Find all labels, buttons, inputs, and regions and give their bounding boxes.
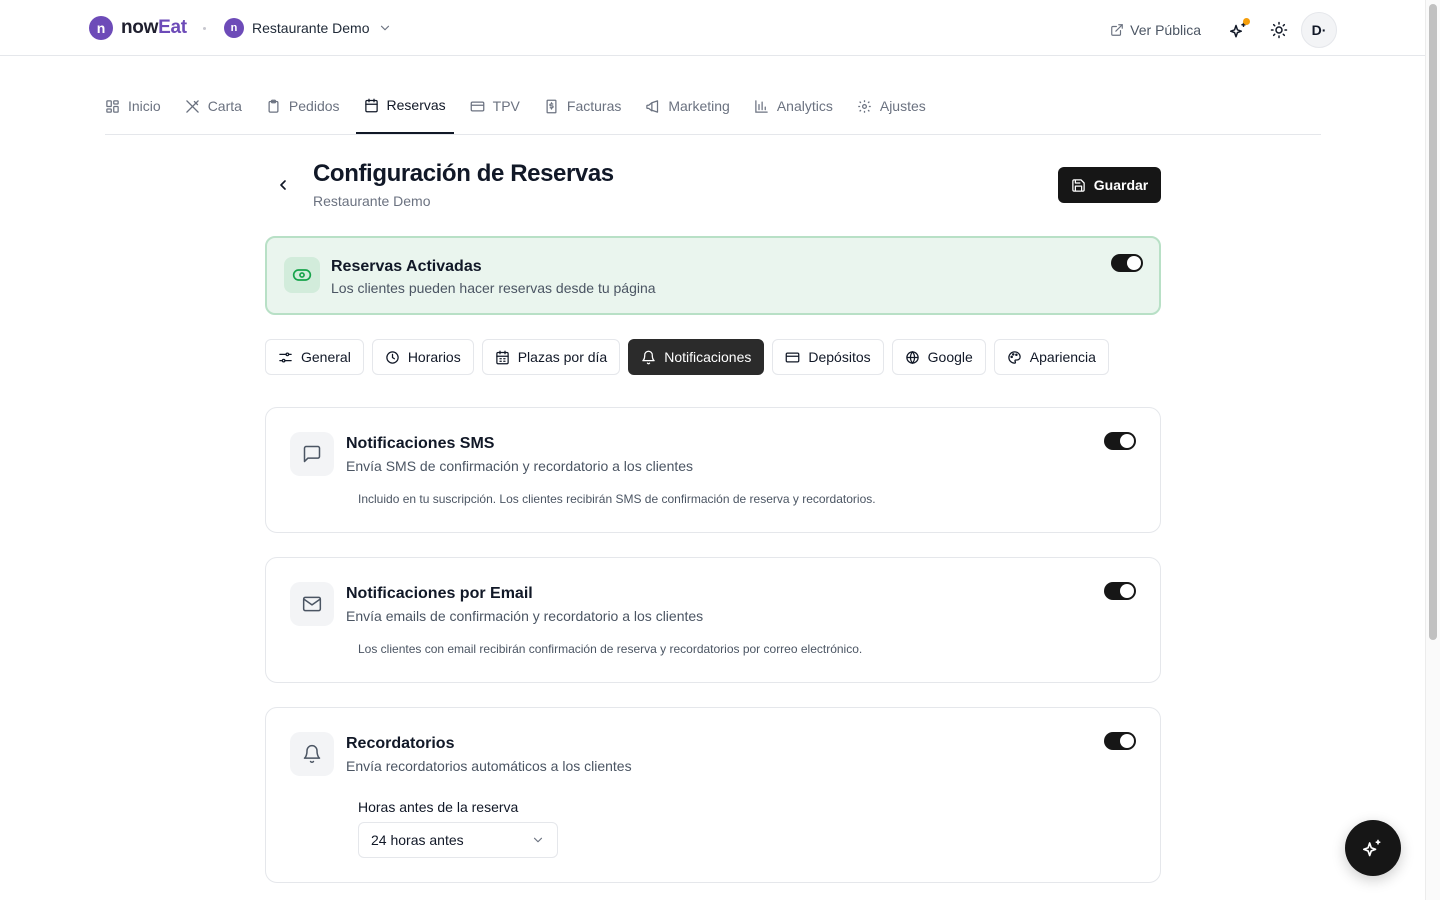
email-card-title: Notificaciones por Email bbox=[346, 585, 533, 602]
theme-toggle-button[interactable] bbox=[1263, 14, 1295, 46]
email-card-note: Los clientes con email recibirán confirm… bbox=[358, 642, 863, 656]
sms-card-note: Incluido en tu suscripción. Los clientes… bbox=[358, 492, 876, 506]
nav-item-pedidos[interactable]: Pedidos bbox=[258, 84, 348, 134]
reminders-toggle[interactable] bbox=[1104, 732, 1136, 750]
bell-icon bbox=[290, 732, 334, 776]
calendar-icon bbox=[495, 350, 510, 365]
reminders-card-subtitle: Envía recordatorios automáticos a los cl… bbox=[346, 758, 632, 774]
clock-icon bbox=[385, 350, 400, 365]
megaphone-icon bbox=[645, 99, 660, 114]
nav-item-analytics[interactable]: Analytics bbox=[746, 84, 841, 134]
sparkles-icon bbox=[1363, 838, 1383, 858]
nav-item-tpv[interactable]: TPV bbox=[462, 84, 528, 134]
grid-icon bbox=[105, 99, 120, 114]
bell-icon bbox=[641, 350, 656, 365]
sliders-icon bbox=[278, 350, 293, 365]
reservations-enabled-toggle[interactable] bbox=[1111, 254, 1143, 272]
tab-general[interactable]: General bbox=[265, 339, 364, 375]
tab-plazas-por-dia[interactable]: Plazas por día bbox=[481, 339, 621, 375]
credit-card-icon bbox=[785, 350, 800, 365]
clipboard-icon bbox=[266, 99, 281, 114]
section-tabs: General Horarios Plazas por día Notifica… bbox=[265, 339, 1109, 375]
email-card-subtitle: Envía emails de confirmación y recordato… bbox=[346, 608, 704, 624]
sms-notifications-card: Notificaciones SMS Envía SMS de confirma… bbox=[265, 407, 1161, 533]
page-subtitle: Restaurante Demo bbox=[313, 193, 431, 209]
chevron-down-icon bbox=[531, 833, 545, 847]
nav-item-marketing[interactable]: Marketing bbox=[637, 84, 737, 134]
separator-dot bbox=[203, 27, 206, 30]
save-button[interactable]: Guardar bbox=[1058, 167, 1161, 203]
brand-logo-link[interactable]: n nowEat bbox=[89, 16, 187, 40]
message-square-icon bbox=[290, 432, 334, 476]
restaurant-name: Restaurante Demo bbox=[252, 20, 370, 36]
tab-notificaciones[interactable]: Notificaciones bbox=[628, 339, 765, 375]
palette-icon bbox=[1007, 350, 1022, 365]
ai-assistant-button[interactable] bbox=[1223, 14, 1255, 46]
tab-apariencia[interactable]: Apariencia bbox=[993, 339, 1109, 375]
chevron-down-icon bbox=[378, 21, 392, 35]
page-title: Configuración de Reservas bbox=[313, 160, 614, 187]
sms-card-title: Notificaciones SMS bbox=[346, 435, 495, 452]
email-notifications-card: Notificaciones por Email Envía emails de… bbox=[265, 557, 1161, 683]
receipt-icon bbox=[544, 99, 559, 114]
globe-icon bbox=[905, 350, 920, 365]
hours-before-label: Horas antes de la reserva bbox=[358, 799, 519, 815]
floating-ai-button[interactable] bbox=[1345, 820, 1401, 876]
utensils-icon bbox=[185, 99, 200, 114]
mail-icon bbox=[290, 582, 334, 626]
chevron-left-icon bbox=[275, 177, 291, 193]
scrollbar-thumb[interactable] bbox=[1429, 4, 1437, 640]
banner-subtitle: Los clientes pueden hacer reservas desde… bbox=[331, 280, 656, 296]
sms-notifications-toggle[interactable] bbox=[1104, 432, 1136, 450]
nav-item-facturas[interactable]: Facturas bbox=[536, 84, 629, 134]
sun-icon bbox=[1270, 21, 1288, 39]
tab-horarios[interactable]: Horarios bbox=[371, 339, 474, 375]
reservations-active-banner: Reservas Activadas Los clientes pueden h… bbox=[265, 236, 1161, 315]
email-notifications-toggle[interactable] bbox=[1104, 582, 1136, 600]
top-header: n nowEat n Restaurante Demo Ver Pública bbox=[0, 0, 1425, 56]
tab-google[interactable]: Google bbox=[891, 339, 986, 375]
external-link-icon bbox=[1110, 23, 1124, 37]
nav-item-inicio[interactable]: Inicio bbox=[105, 84, 169, 134]
brand-logo-icon: n bbox=[89, 16, 113, 40]
view-public-link[interactable]: Ver Pública bbox=[1110, 22, 1201, 38]
hours-before-select[interactable]: 24 horas antes bbox=[358, 822, 558, 858]
calendar-icon bbox=[364, 98, 379, 113]
restaurant-switcher[interactable]: n Restaurante Demo bbox=[224, 18, 392, 38]
brand-name: nowEat bbox=[121, 17, 187, 38]
sms-card-subtitle: Envía SMS de confirmación y recordatorio… bbox=[346, 458, 694, 474]
restaurant-logo-icon: n bbox=[224, 18, 244, 38]
nav-item-carta[interactable]: Carta bbox=[177, 84, 250, 134]
save-icon bbox=[1071, 178, 1086, 193]
nav-item-ajustes[interactable]: Ajustes bbox=[849, 84, 934, 134]
notification-dot bbox=[1243, 18, 1250, 25]
bar-chart-icon bbox=[754, 99, 769, 114]
back-button[interactable] bbox=[273, 175, 293, 195]
main-nav: Inicio Carta Pedidos Reservas TPV Factur… bbox=[105, 84, 1321, 135]
user-avatar[interactable]: D· bbox=[1301, 12, 1337, 48]
credit-card-icon bbox=[470, 99, 485, 114]
banner-title: Reservas Activadas bbox=[331, 258, 482, 275]
reminders-card-title: Recordatorios bbox=[346, 735, 455, 752]
eye-icon bbox=[284, 257, 320, 293]
tab-depositos[interactable]: Depósitos bbox=[772, 339, 884, 375]
gear-icon bbox=[857, 99, 872, 114]
reminders-card: Recordatorios Envía recordatorios automá… bbox=[265, 707, 1161, 883]
view-public-label: Ver Pública bbox=[1130, 22, 1201, 38]
nav-item-reservas[interactable]: Reservas bbox=[355, 84, 454, 134]
